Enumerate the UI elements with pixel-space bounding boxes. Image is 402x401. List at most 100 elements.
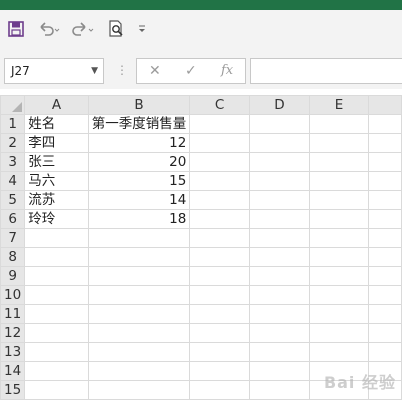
cell[interactable]	[248, 304, 310, 324]
cell-c3[interactable]	[189, 152, 250, 172]
cell[interactable]	[24, 247, 89, 267]
redo-icon[interactable]	[70, 19, 96, 39]
cell[interactable]	[87, 285, 191, 305]
chevron-down-icon[interactable]: ▼	[91, 59, 98, 83]
cell[interactable]	[189, 304, 250, 324]
cell[interactable]	[189, 342, 250, 362]
cell[interactable]	[87, 228, 191, 248]
cell-a6[interactable]: 玲玲	[24, 209, 89, 229]
row-header[interactable]: 10	[0, 285, 26, 305]
cell[interactable]	[368, 304, 402, 324]
cell-e2[interactable]	[308, 133, 370, 153]
column-header-c[interactable]: C	[189, 95, 250, 115]
cell-e4[interactable]	[308, 171, 370, 191]
column-header-e[interactable]: E	[308, 95, 370, 115]
cell[interactable]	[248, 247, 310, 267]
cell-a4[interactable]: 马六	[24, 171, 89, 191]
row-header[interactable]: 9	[0, 266, 26, 286]
cell[interactable]	[308, 342, 370, 362]
cell-e1[interactable]	[308, 114, 370, 134]
column-header-b[interactable]: B	[87, 95, 191, 115]
cell[interactable]	[24, 285, 89, 305]
cell[interactable]	[87, 323, 191, 343]
cell[interactable]	[189, 247, 250, 267]
cell[interactable]	[248, 285, 310, 305]
row-header[interactable]: 14	[0, 361, 26, 381]
cell[interactable]	[248, 380, 310, 400]
cell[interactable]	[308, 247, 370, 267]
row-header[interactable]: 15	[0, 380, 26, 400]
cell[interactable]	[368, 247, 402, 267]
cell-c1[interactable]	[189, 114, 250, 134]
cell[interactable]	[24, 342, 89, 362]
cell[interactable]	[24, 266, 89, 286]
row-header[interactable]: 8	[0, 247, 26, 267]
name-box[interactable]: J27 ▼	[4, 58, 104, 84]
row-header[interactable]: 4	[0, 171, 26, 191]
row-header[interactable]: 11	[0, 304, 26, 324]
row-header[interactable]: 13	[0, 342, 26, 362]
cell[interactable]	[189, 285, 250, 305]
row-header[interactable]: 12	[0, 323, 26, 343]
cell[interactable]	[248, 342, 310, 362]
cell-f1[interactable]	[368, 114, 402, 134]
select-all-corner[interactable]	[0, 95, 26, 115]
cell-b4[interactable]: 15	[87, 171, 191, 191]
cell[interactable]	[308, 323, 370, 343]
cell-d1[interactable]	[248, 114, 310, 134]
row-header[interactable]: 3	[0, 152, 26, 172]
cell[interactable]	[24, 380, 89, 400]
row-header[interactable]: 2	[0, 133, 26, 153]
cell-c6[interactable]	[189, 209, 250, 229]
row-header[interactable]: 7	[0, 228, 26, 248]
cell[interactable]	[308, 266, 370, 286]
cell-e5[interactable]	[308, 190, 370, 210]
cell[interactable]	[24, 228, 89, 248]
cell-a5[interactable]: 流苏	[24, 190, 89, 210]
cell[interactable]	[308, 304, 370, 324]
cell-b6[interactable]: 18	[87, 209, 191, 229]
cell-e6[interactable]	[308, 209, 370, 229]
cell[interactable]	[308, 228, 370, 248]
cell[interactable]	[368, 285, 402, 305]
cell[interactable]	[368, 228, 402, 248]
cell-b5[interactable]: 14	[87, 190, 191, 210]
cell[interactable]	[189, 380, 250, 400]
cell-e3[interactable]	[308, 152, 370, 172]
customize-qat-icon[interactable]	[134, 19, 150, 39]
cell[interactable]	[189, 323, 250, 343]
cancel-icon[interactable]: ✕	[149, 63, 161, 79]
cell[interactable]	[87, 380, 191, 400]
insert-function-icon[interactable]: fx	[221, 63, 233, 78]
cell[interactable]	[308, 285, 370, 305]
cell[interactable]	[24, 304, 89, 324]
column-header-f[interactable]	[368, 95, 402, 115]
cell[interactable]	[248, 228, 310, 248]
column-header-d[interactable]: D	[248, 95, 310, 115]
cell-c4[interactable]	[189, 171, 250, 191]
cell-a1[interactable]: 姓名	[24, 114, 89, 134]
formula-input[interactable]	[250, 58, 402, 84]
cell-d6[interactable]	[248, 209, 310, 229]
cell[interactable]	[87, 266, 191, 286]
cell[interactable]	[189, 228, 250, 248]
cell[interactable]	[87, 342, 191, 362]
cell-b3[interactable]: 20	[87, 152, 191, 172]
cell-f4[interactable]	[368, 171, 402, 191]
cell-f3[interactable]	[368, 152, 402, 172]
print-preview-icon[interactable]	[106, 19, 126, 39]
formula-bar-grip-icon[interactable]: ⋮	[116, 63, 128, 77]
cell[interactable]	[248, 323, 310, 343]
cell[interactable]	[248, 266, 310, 286]
cell-d5[interactable]	[248, 190, 310, 210]
cell-c2[interactable]	[189, 133, 250, 153]
cell-c5[interactable]	[189, 190, 250, 210]
column-header-a[interactable]: A	[24, 95, 89, 115]
cell[interactable]	[248, 361, 310, 381]
cell-f6[interactable]	[368, 209, 402, 229]
save-icon[interactable]	[6, 19, 26, 39]
row-header[interactable]: 1	[0, 114, 26, 134]
cell[interactable]	[24, 323, 89, 343]
cell-d2[interactable]	[248, 133, 310, 153]
cell-b2[interactable]: 12	[87, 133, 191, 153]
